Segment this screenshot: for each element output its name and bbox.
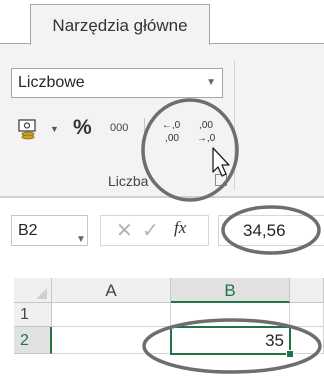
- mouse-pointer-icon: [212, 147, 230, 177]
- annotation-ellipse-active-cell: [142, 318, 322, 374]
- annotation-overlay: [141, 98, 322, 374]
- annotation-ellipse-formula-value: [221, 205, 321, 255]
- annotation-ellipse-decimal-buttons: [141, 98, 239, 202]
